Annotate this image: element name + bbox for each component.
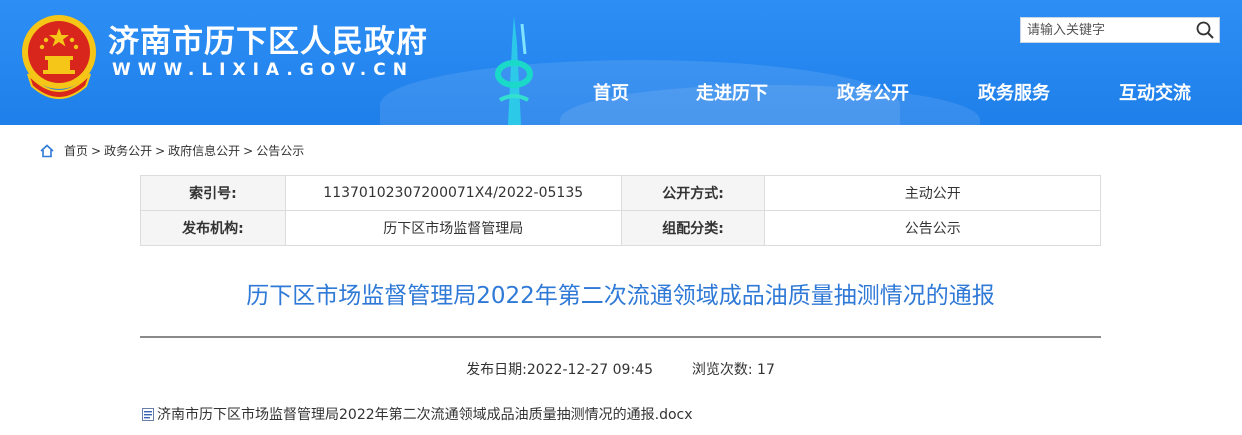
issuing-agency-value: 历下区市场监督管理局 xyxy=(284,210,622,246)
search-icon[interactable] xyxy=(1195,20,1215,40)
site-domain: WWW.LIXIA.GOV.CN xyxy=(112,60,414,80)
breadcrumb: 首页 > 政务公开 > 政府信息公开 > 公告公示 xyxy=(40,142,304,159)
breadcrumb-gov-info-open[interactable]: 政府信息公开 xyxy=(168,142,240,159)
publish-info: 发布日期:2022-12-27 09:45 浏览次数: 17 xyxy=(140,359,1101,379)
site-header: 济南市历下区人民政府 WWW.LIXIA.GOV.CN 首页 走进历下 政务公开… xyxy=(0,0,1242,125)
table-row: 发布机构: 历下区市场监督管理局 组配分类: 公告公示 xyxy=(140,210,1101,246)
disclosure-method-label: 公开方式: xyxy=(620,175,766,211)
site-name: 济南市历下区人民政府 xyxy=(108,24,428,60)
word-document-icon xyxy=(142,407,154,421)
breadcrumb-separator: > xyxy=(91,143,102,158)
search-box xyxy=(1020,17,1220,43)
home-icon xyxy=(40,143,54,157)
view-count: 浏览次数: 17 xyxy=(691,362,775,378)
nav-gov-affairs-open[interactable]: 政务公开 xyxy=(837,79,909,105)
table-row: 索引号: 11370102307200071X4/2022-05135 公开方式… xyxy=(140,175,1101,211)
breadcrumb-separator: > xyxy=(155,143,166,158)
breadcrumb-separator: > xyxy=(243,143,254,158)
search-input[interactable] xyxy=(1021,18,1203,42)
publish-date: 发布日期:2022-12-27 09:45 xyxy=(466,362,653,378)
main-nav: 首页 走进历下 政务公开 政务服务 互动交流 xyxy=(0,79,1242,105)
breadcrumb-gov-affairs-open[interactable]: 政务公开 xyxy=(104,142,152,159)
index-number-value: 11370102307200071X4/2022-05135 xyxy=(284,175,622,211)
nav-about-lixia[interactable]: 走进历下 xyxy=(696,79,768,105)
nav-home[interactable]: 首页 xyxy=(593,79,629,105)
category-label: 组配分类: xyxy=(620,210,766,246)
breadcrumb-announcements[interactable]: 公告公示 xyxy=(256,142,304,159)
category-value: 公告公示 xyxy=(764,210,1101,246)
disclosure-method-value: 主动公开 xyxy=(764,175,1101,211)
nav-interaction[interactable]: 互动交流 xyxy=(1119,79,1191,105)
index-number-label: 索引号: xyxy=(140,175,286,211)
breadcrumb-home[interactable]: 首页 xyxy=(64,142,88,159)
attachment: 济南市历下区市场监督管理局2022年第二次流通领域成品油质量抽测情况的通报.do… xyxy=(142,404,693,424)
document-meta-table: 索引号: 11370102307200071X4/2022-05135 公开方式… xyxy=(140,175,1101,246)
title-divider xyxy=(140,336,1101,338)
issuing-agency-label: 发布机构: xyxy=(140,210,286,246)
attachment-link[interactable]: 济南市历下区市场监督管理局2022年第二次流通领域成品油质量抽测情况的通报.do… xyxy=(157,404,693,424)
nav-gov-services[interactable]: 政务服务 xyxy=(978,79,1050,105)
spring-tower-icon xyxy=(495,16,533,125)
article-title: 历下区市场监督管理局2022年第二次流通领域成品油质量抽测情况的通报 xyxy=(246,283,995,309)
